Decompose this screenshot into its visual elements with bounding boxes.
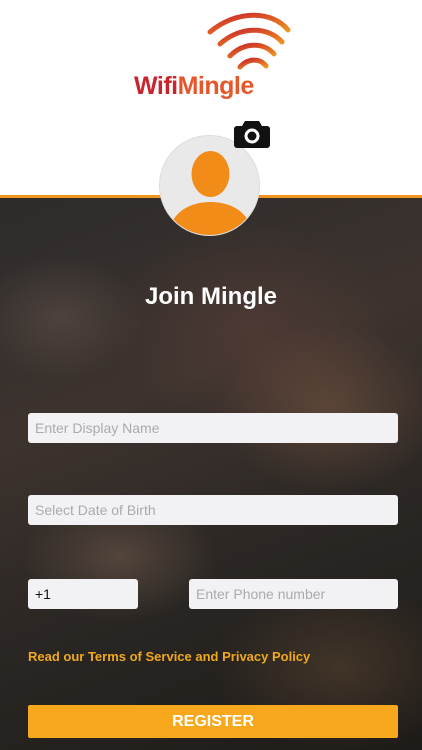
- background-image: [0, 198, 422, 750]
- profile-avatar[interactable]: [159, 135, 260, 236]
- terms-privacy-link[interactable]: Read our Terms of Service and Privacy Po…: [28, 649, 310, 664]
- app-logo: WifiMingle: [134, 12, 294, 102]
- phone-number-input[interactable]: [189, 579, 398, 609]
- wifi-logo-icon: [207, 12, 291, 70]
- camera-icon[interactable]: [234, 118, 270, 148]
- app-logo-text: WifiMingle: [134, 72, 254, 100]
- person-silhouette-icon: [168, 151, 253, 235]
- page-title: Join Mingle: [145, 283, 277, 310]
- date-of-birth-input[interactable]: [28, 495, 398, 525]
- register-button[interactable]: REGISTER: [28, 705, 398, 738]
- country-code-input[interactable]: [28, 579, 138, 609]
- display-name-input[interactable]: [28, 413, 398, 443]
